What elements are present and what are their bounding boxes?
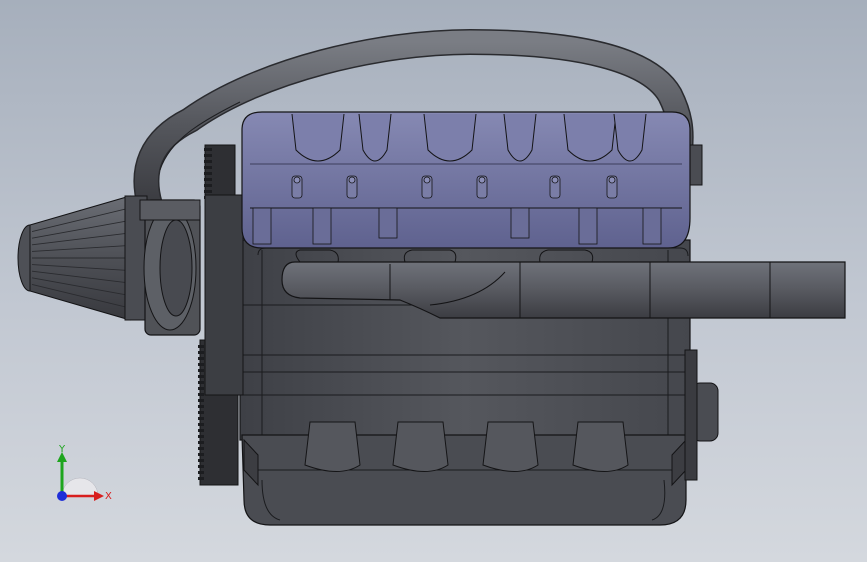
engine-model[interactable] [0,0,867,562]
valve-cover-lug [378,207,398,239]
gear-tooth [198,375,204,378]
bolt-head [423,176,431,184]
gear-tooth [198,441,204,444]
gear-tooth [198,381,204,384]
gear-tooth [198,429,204,432]
triad-y-label: Y [58,444,66,455]
valve-cover [241,111,691,249]
intake-coupling [139,199,201,336]
triad-x-label: X [105,491,112,502]
gear-tooth [204,160,212,163]
valve-cover-scallop [423,113,477,162]
gear-tooth [204,184,212,187]
gear-tooth [198,477,204,480]
gear-tooth [198,363,204,366]
oil-pan [241,421,687,526]
bolt-head [608,176,616,184]
gear-tooth [198,459,204,462]
gear-tooth [198,393,204,396]
triad-z-axis [57,491,67,501]
gear-tooth [198,447,204,450]
bolt-head [348,176,356,184]
triad-x-arrowhead [94,491,104,501]
coordinate-triad[interactable]: Y X [40,438,120,508]
valve-cover-lug [642,207,662,245]
gear-tooth [198,405,204,408]
gear-tooth [198,399,204,402]
bolt-head [478,176,486,184]
gear-tooth [198,453,204,456]
valve-cover-lug [578,207,598,245]
valve-cover-lug [312,207,332,245]
gear-tooth [198,351,204,354]
gear-tooth [198,423,204,426]
valve-cover-lug [252,207,272,245]
timing-gear [198,144,244,486]
bolt-head [293,176,301,184]
gear-tooth [198,369,204,372]
gear-tooth [204,148,212,151]
bolt-head [551,176,559,184]
valve-cover-lug [510,207,530,239]
gear-tooth [198,411,204,414]
valve-cover-scallop [563,113,617,162]
triad-plane [61,477,99,497]
gear-tooth [198,387,204,390]
gear-tooth [198,345,204,348]
gear-tooth [204,190,212,193]
gear-tooth [204,178,212,181]
valve-cover-scallop [291,113,345,162]
gear-tooth [198,465,204,468]
graphics-viewport[interactable]: Y X [0,0,867,562]
gear-tooth [198,357,204,360]
gear-tooth [198,435,204,438]
gear-tooth [204,166,212,169]
gear-tooth [198,417,204,420]
gear-tooth [198,471,204,474]
air-filter [17,195,148,321]
gear-tooth [204,154,212,157]
gear-tooth [204,172,212,175]
